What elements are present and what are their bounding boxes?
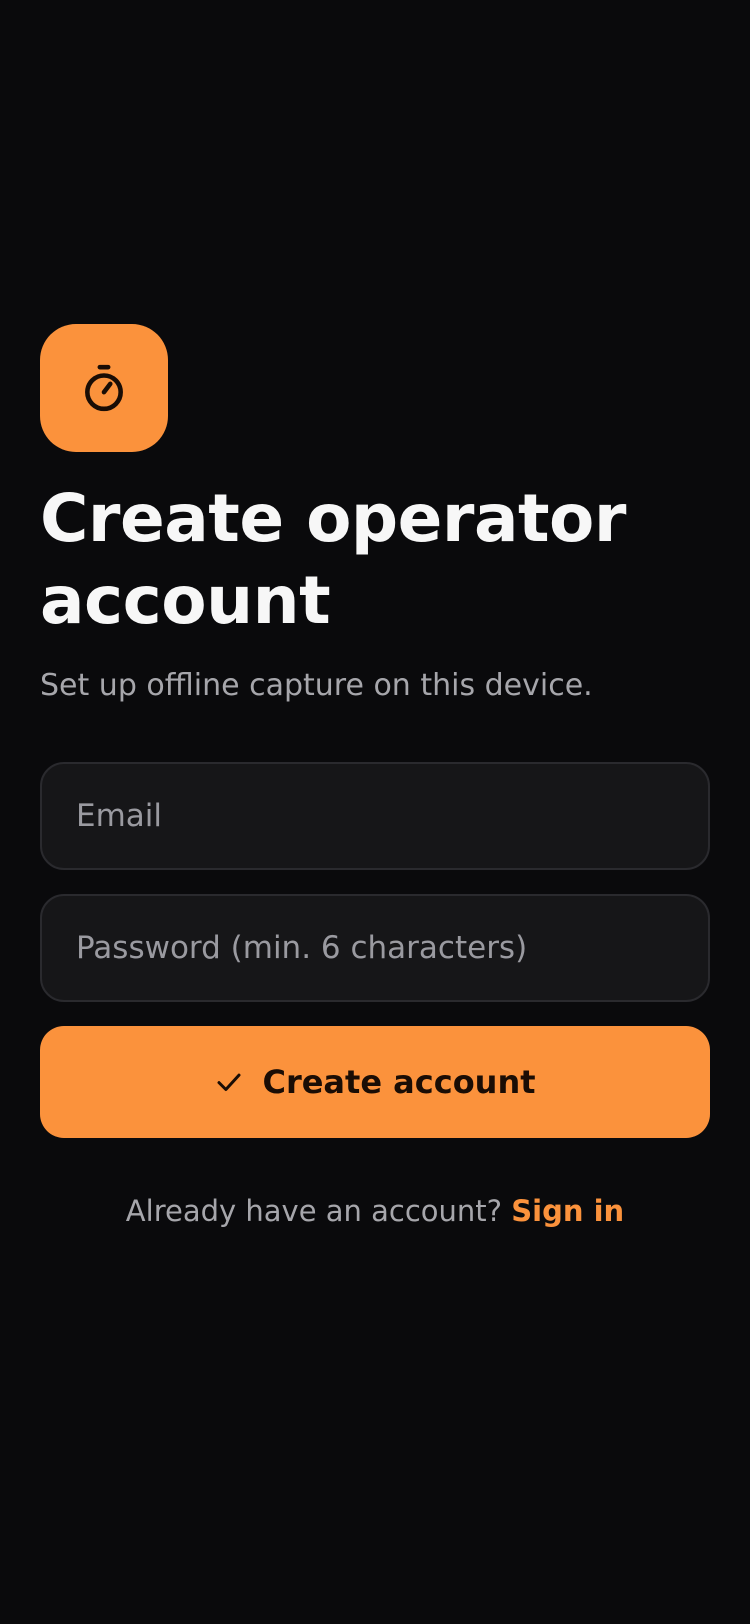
page-title-line-2: account (40, 562, 331, 639)
create-account-button[interactable]: Create account (40, 1026, 710, 1138)
create-account-screen: Create operator account Set up offline c… (40, 324, 710, 1228)
sign-in-link[interactable]: Sign in (511, 1194, 624, 1228)
email-input[interactable] (74, 797, 676, 835)
password-field-container[interactable] (40, 894, 710, 1002)
password-input[interactable] (74, 929, 676, 967)
sign-in-prompt: Already have an account? Sign in (40, 1194, 710, 1228)
page-subtitle: Set up offline capture on this device. (40, 668, 593, 703)
page-title-line-1: Create operator (40, 480, 626, 557)
email-field-container[interactable] (40, 762, 710, 870)
page-title: Create operator account (40, 478, 710, 642)
sign-in-prompt-text: Already have an account? (125, 1194, 503, 1228)
app-logo (40, 324, 168, 452)
stopwatch-icon (85, 364, 123, 412)
create-account-button-label: Create account (262, 1063, 536, 1101)
check-icon (217, 1073, 241, 1091)
